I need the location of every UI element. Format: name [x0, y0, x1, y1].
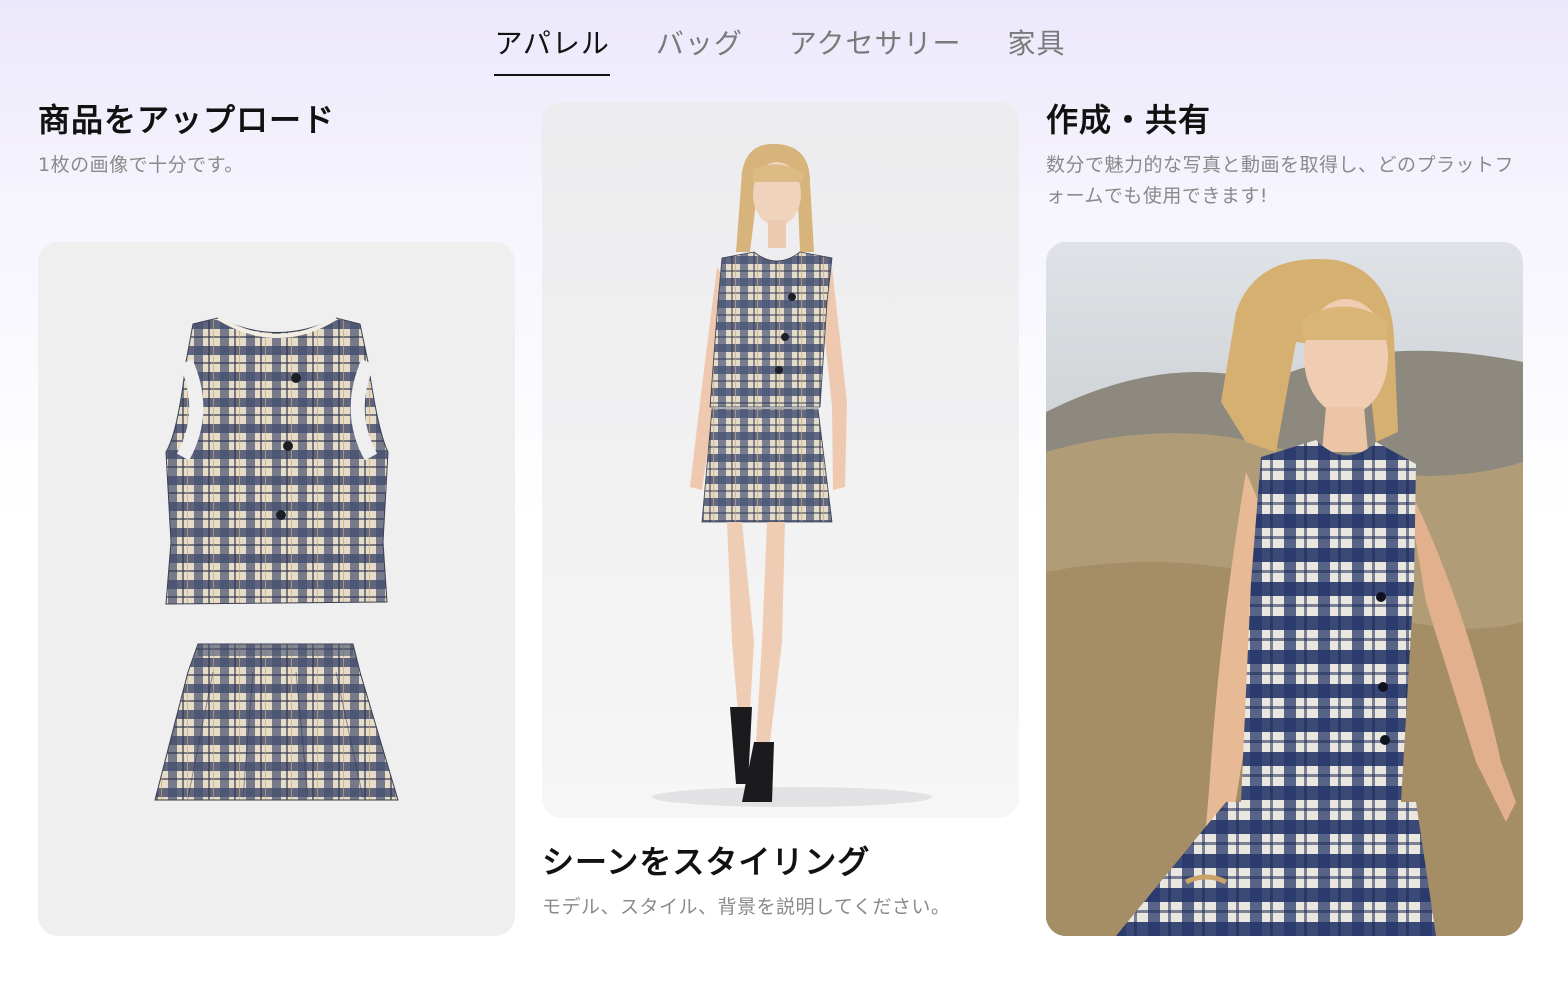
lifestyle-result-card	[1046, 242, 1523, 936]
tab-bags[interactable]: バッグ	[656, 22, 743, 76]
model-studio-card	[542, 102, 1019, 818]
product-flatlay-image	[154, 316, 399, 801]
step-share-title: 作成・共有	[1046, 101, 1212, 139]
tab-accessories[interactable]: アクセサリー	[789, 22, 962, 76]
lifestyle-result-image	[1046, 242, 1523, 936]
step-share-description: 数分で魅力的な写真と動画を取得し、どのプラットフォームでも使用できます!	[1046, 154, 1515, 207]
step-upload-description: 1枚の画像で十分です。	[38, 154, 244, 176]
step-style-title: シーンをスタイリング	[542, 843, 871, 881]
step-style: シーンをスタイリング モデル、スタイル、背景を説明してください。	[542, 842, 1019, 923]
product-image-card	[38, 242, 515, 936]
step-upload-title: 商品をアップロード	[38, 101, 336, 139]
step-style-description: モデル、スタイル、背景を説明してください。	[542, 896, 951, 918]
step-upload: 商品をアップロード 1枚の画像で十分です。	[38, 100, 515, 181]
tab-apparel[interactable]: アパレル	[494, 22, 611, 76]
step-share: 作成・共有 数分で魅力的な写真と動画を取得し、どのプラットフォームでも使用できま…	[1046, 100, 1523, 212]
model-studio-image	[652, 143, 932, 807]
tab-furniture[interactable]: 家具	[1008, 22, 1066, 76]
category-tabs: アパレル バッグ アクセサリー 家具	[0, 22, 1568, 76]
